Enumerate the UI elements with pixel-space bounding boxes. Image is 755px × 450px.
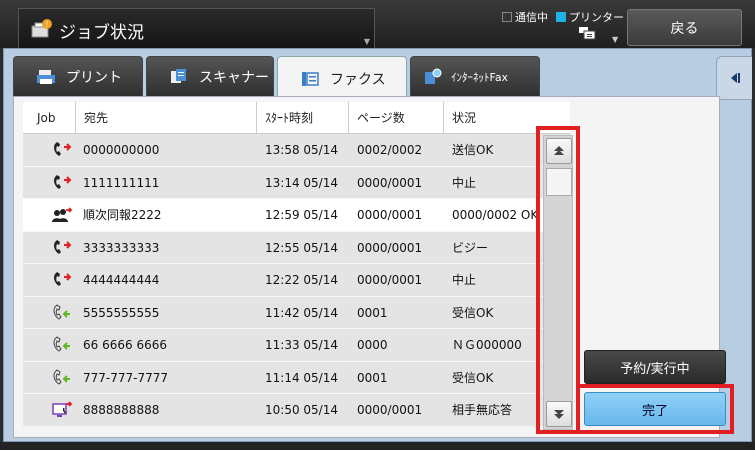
cell-destination: 66 6666 6666 bbox=[83, 338, 167, 352]
col-job: Job bbox=[37, 111, 56, 125]
table-row[interactable]: 8888888888 10:50 05/14 0000/0001 相手無応答 bbox=[23, 394, 570, 427]
print-icon bbox=[37, 69, 55, 84]
cell-status: 受信OK bbox=[452, 305, 494, 320]
cell-pages: 0001 bbox=[357, 370, 388, 385]
tab-internet-fax-label: ｲﾝﾀｰﾈｯﾄFax bbox=[451, 70, 509, 84]
title-area: ! ジョブ状況 ▼ bbox=[18, 8, 375, 48]
pc-fax-icon bbox=[51, 401, 73, 419]
cell-status: 相手無応答 bbox=[452, 403, 513, 417]
status-comm: 通信中 bbox=[502, 9, 548, 25]
status-printer-label: プリンター bbox=[569, 11, 624, 24]
reserve-running-button[interactable]: 予約/実行中 bbox=[584, 350, 726, 384]
cell-start-time: 13:14 05/14 bbox=[265, 175, 338, 190]
cell-destination: 5555555555 bbox=[83, 305, 160, 320]
cell-status: 受信OK bbox=[452, 370, 494, 385]
cell-destination: 3333333333 bbox=[83, 240, 160, 255]
job-table: Job 宛先 ｽﾀｰﾄ時刻 ページ数 状況 0000000000 13:58 05… bbox=[23, 102, 570, 427]
table-row[interactable]: 0000000000 13:58 05/14 0002/0002 送信OK bbox=[23, 134, 570, 167]
back-button[interactable]: 戻る bbox=[627, 9, 742, 46]
title-dropdown-icon: ▼ bbox=[363, 37, 370, 46]
cell-pages: 0002/0002 bbox=[357, 143, 423, 157]
fax-receive-icon bbox=[51, 336, 73, 354]
internet-fax-icon bbox=[425, 68, 442, 84]
cell-start-time: 12:22 05/14 bbox=[265, 273, 338, 287]
bottom-bar bbox=[0, 442, 755, 450]
fax-send-icon bbox=[51, 141, 73, 159]
tab-print[interactable]: プリント bbox=[13, 56, 143, 96]
svg-text:!: ! bbox=[45, 20, 48, 29]
cell-status: 中止 bbox=[452, 175, 477, 190]
col-destination: 宛先 bbox=[75, 102, 108, 134]
broadcast-icon bbox=[51, 206, 73, 224]
cell-start-time: 12:59 05/14 bbox=[265, 208, 338, 222]
col-status: 状況 bbox=[443, 102, 476, 134]
printer-dropdown-icon[interactable]: ▼ bbox=[612, 35, 618, 44]
printer-indicator-icon bbox=[556, 12, 566, 22]
cell-start-time: 11:14 05/14 bbox=[265, 370, 338, 385]
scanner-icon bbox=[171, 68, 186, 83]
scrollbar-highlight bbox=[536, 126, 580, 434]
cell-pages: 0001 bbox=[357, 305, 388, 320]
comm-indicator-icon bbox=[502, 12, 512, 22]
cell-pages: 0000/0001 bbox=[357, 208, 423, 222]
table-row[interactable]: 3333333333 12:55 05/14 0000/0001 ビジー bbox=[23, 231, 570, 264]
table-body: 0000000000 13:58 05/14 0002/0002 送信OK 111111… bbox=[23, 134, 570, 427]
table-header: Job 宛先 ｽﾀｰﾄ時刻 ページ数 状況 bbox=[23, 102, 570, 134]
table-row[interactable]: 66 6666 6666 11:33 05/14 0000 ＮＧ000000 bbox=[23, 329, 570, 362]
tab-scanner[interactable]: スキャナー bbox=[146, 56, 274, 96]
table-row[interactable]: 5555555555 11:42 05/14 0001 受信OK bbox=[23, 296, 570, 329]
table-row[interactable]: 順次同報2222 12:59 05/14 0000/0001 0000/0002 OK bbox=[23, 199, 570, 232]
fax-send-icon bbox=[51, 239, 73, 257]
status-comm-label: 通信中 bbox=[515, 11, 548, 24]
cell-status: ビジー bbox=[452, 240, 489, 255]
cell-status: ＮＧ000000 bbox=[452, 338, 522, 352]
cell-destination: 1111111111 bbox=[83, 175, 160, 190]
cell-pages: 0000/0001 bbox=[357, 273, 423, 287]
table-row[interactable]: 1111111111 13:14 05/14 0000/0001 中止 bbox=[23, 166, 570, 199]
tab-fax[interactable]: ファクス bbox=[277, 56, 407, 100]
cell-pages: 0000/0001 bbox=[357, 403, 423, 417]
cell-status: 送信OK bbox=[452, 143, 494, 157]
cell-start-time: 10:50 05/14 bbox=[265, 403, 338, 417]
collapse-arrow-icon bbox=[730, 73, 740, 83]
printer-icon[interactable] bbox=[578, 26, 596, 40]
fax-receive-icon bbox=[51, 303, 73, 322]
cell-status: 中止 bbox=[452, 273, 477, 287]
done-button-highlight bbox=[576, 384, 734, 434]
cell-status: 0000/0002 OK bbox=[452, 208, 539, 222]
table-row[interactable]: 4444444444 12:22 05/14 0000/0001 中止 bbox=[23, 264, 570, 297]
cell-destination: 0000000000 bbox=[83, 143, 160, 157]
cell-pages: 0000/0001 bbox=[357, 240, 423, 255]
col-start-time: ｽﾀｰﾄ時刻 bbox=[256, 102, 313, 134]
status-printer: プリンター bbox=[556, 9, 624, 25]
collapse-panel-button[interactable] bbox=[716, 56, 752, 100]
table-row[interactable]: 777-777-7777 11:14 05/14 0001 受信OK bbox=[23, 361, 570, 394]
fax-send-icon bbox=[51, 174, 73, 192]
cell-destination: 順次同報2222 bbox=[83, 208, 162, 222]
page-title: ジョブ状況 bbox=[59, 23, 144, 43]
tab-print-label: プリント bbox=[66, 69, 122, 86]
fax-send-icon bbox=[51, 271, 73, 289]
job-status-icon: ! bbox=[31, 19, 52, 38]
cell-pages: 0000/0001 bbox=[357, 175, 423, 190]
fax-icon bbox=[302, 71, 319, 86]
cell-start-time: 11:42 05/14 bbox=[265, 305, 338, 320]
tab-internet-fax[interactable]: ｲﾝﾀｰﾈｯﾄFax bbox=[410, 56, 540, 96]
fax-receive-icon bbox=[51, 368, 73, 387]
cell-start-time: 11:33 05/14 bbox=[265, 338, 338, 352]
tab-scanner-label: スキャナー bbox=[199, 69, 269, 86]
cell-start-time: 12:55 05/14 bbox=[265, 240, 338, 255]
cell-destination: 4444444444 bbox=[83, 273, 160, 287]
cell-pages: 0000 bbox=[357, 338, 388, 352]
cell-start-time: 13:58 05/14 bbox=[265, 143, 338, 157]
cell-destination: 8888888888 bbox=[83, 403, 160, 417]
tab-fax-label: ファクス bbox=[330, 71, 386, 88]
col-pages: ページ数 bbox=[348, 102, 405, 134]
cell-destination: 777-777-7777 bbox=[83, 370, 169, 385]
